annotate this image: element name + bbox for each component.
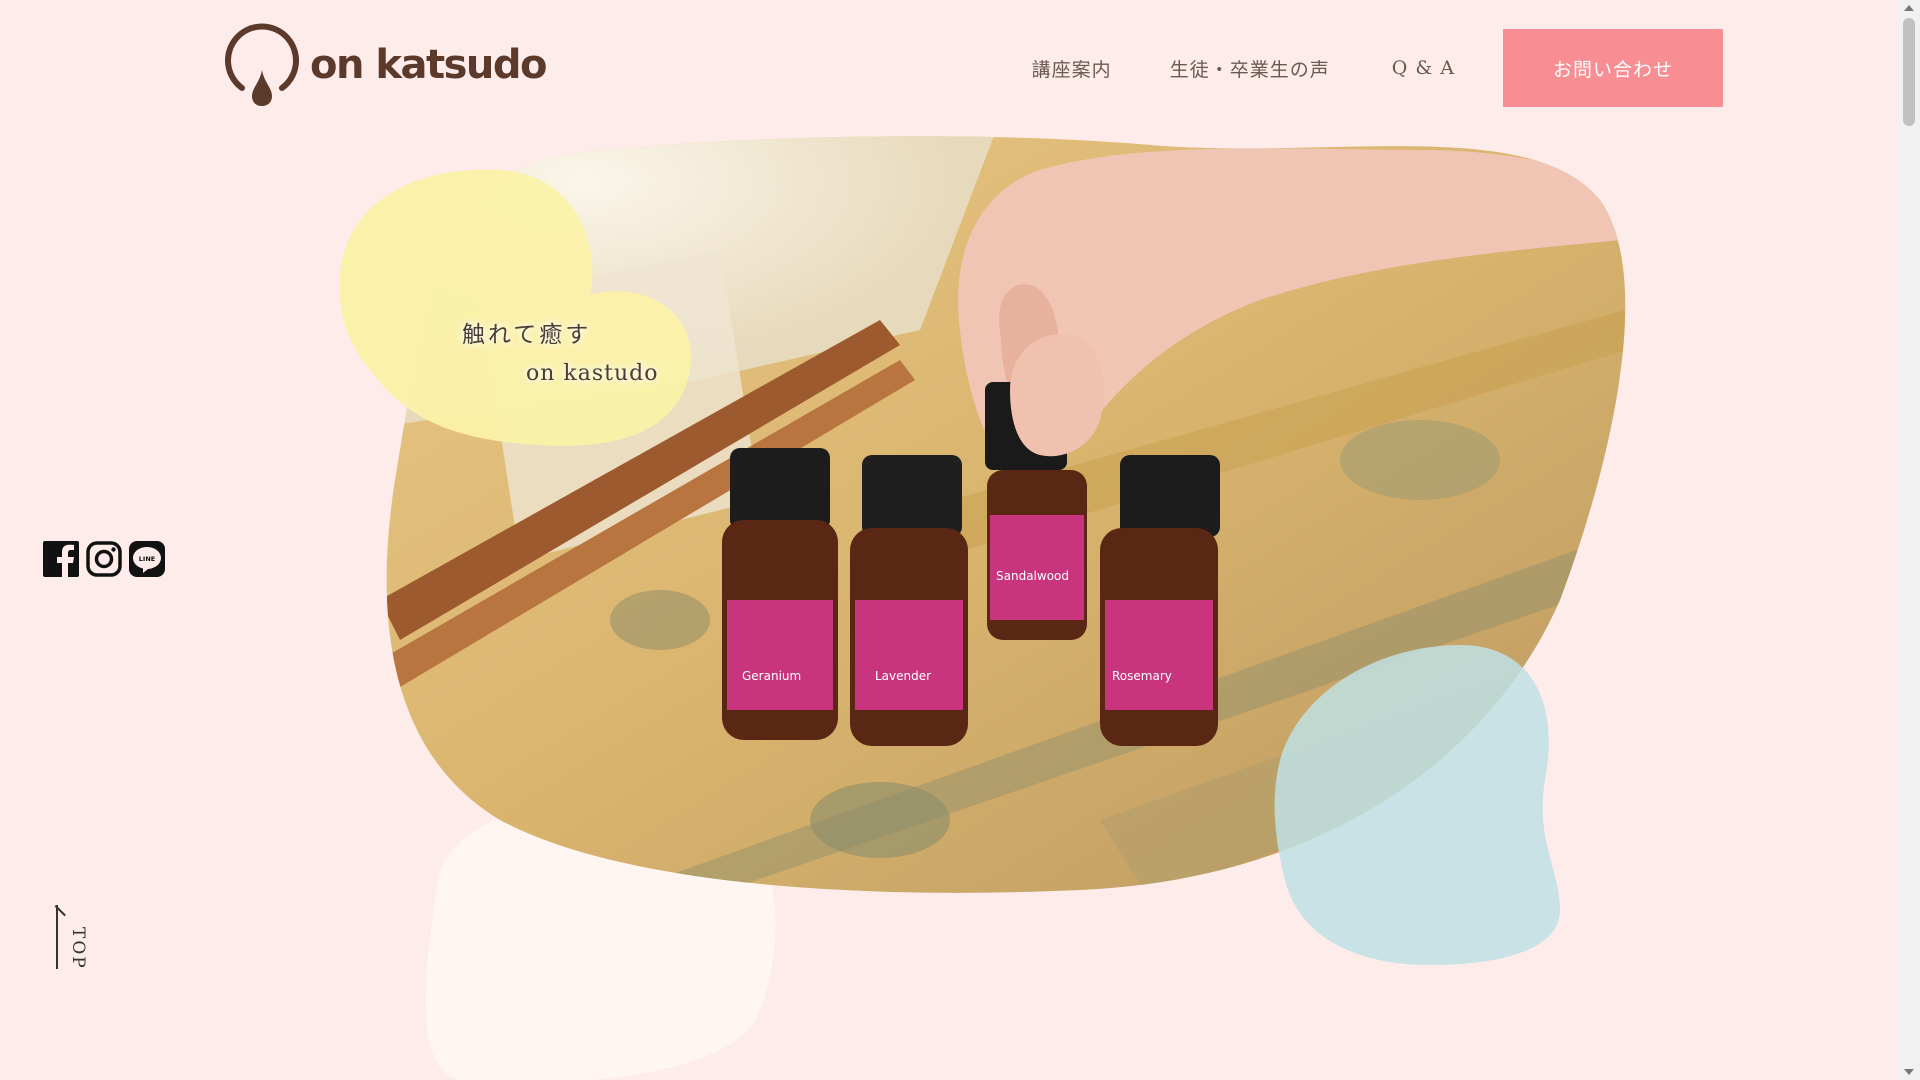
catchcopy-line2: on kastudo — [526, 361, 659, 386]
facebook-icon[interactable] — [42, 540, 80, 578]
site-logo[interactable]: on katsudo — [224, 22, 548, 108]
hero-graphic: Geranium Lavender Sandalwood Rosemary — [339, 136, 1626, 1080]
nav-item-testimonials[interactable]: 生徒・卒業生の声 — [1170, 55, 1330, 82]
logo-text: on katsudo — [310, 42, 548, 88]
nav-item-courses[interactable]: 講座案内 — [1032, 55, 1112, 82]
hero-catchcopy: 触れて癒す on kastudo — [462, 315, 658, 386]
bottle-1: Geranium — [722, 448, 838, 740]
svg-text:LINE: LINE — [139, 555, 155, 563]
page-scrollbar[interactable] — [1898, 0, 1920, 1080]
top-arrow-icon — [56, 905, 58, 969]
back-to-top-link[interactable]: TOP — [54, 905, 90, 971]
bottle-2: Lavender — [850, 455, 968, 746]
scroll-up-icon[interactable] — [1904, 5, 1914, 11]
svg-text:Geranium: Geranium — [742, 669, 801, 683]
svg-text:Sandalwood: Sandalwood — [996, 569, 1069, 583]
line-icon[interactable]: LINE — [128, 540, 166, 578]
catchcopy-line1: 触れて癒す — [462, 322, 592, 348]
social-links: LINE — [42, 540, 166, 624]
contact-button[interactable]: お問い合わせ — [1503, 29, 1723, 107]
nav-item-qa[interactable]: Q & A — [1392, 57, 1455, 79]
site-header: on katsudo 講座案内 生徒・卒業生の声 Q & A お問い合わせ — [0, 0, 1898, 140]
hero: Geranium Lavender Sandalwood Rosemary — [0, 0, 1898, 1080]
svg-text:Rosemary: Rosemary — [1112, 669, 1172, 683]
scroll-thumb[interactable] — [1903, 18, 1915, 126]
instagram-icon[interactable] — [85, 540, 123, 578]
scroll-down-icon[interactable] — [1904, 1069, 1914, 1075]
top-label: TOP — [68, 927, 88, 970]
svg-text:Lavender: Lavender — [875, 669, 931, 683]
global-nav: 講座案内 生徒・卒業生の声 Q & A お問い合わせ — [1032, 29, 1723, 107]
logo-drop-icon — [225, 23, 299, 106]
